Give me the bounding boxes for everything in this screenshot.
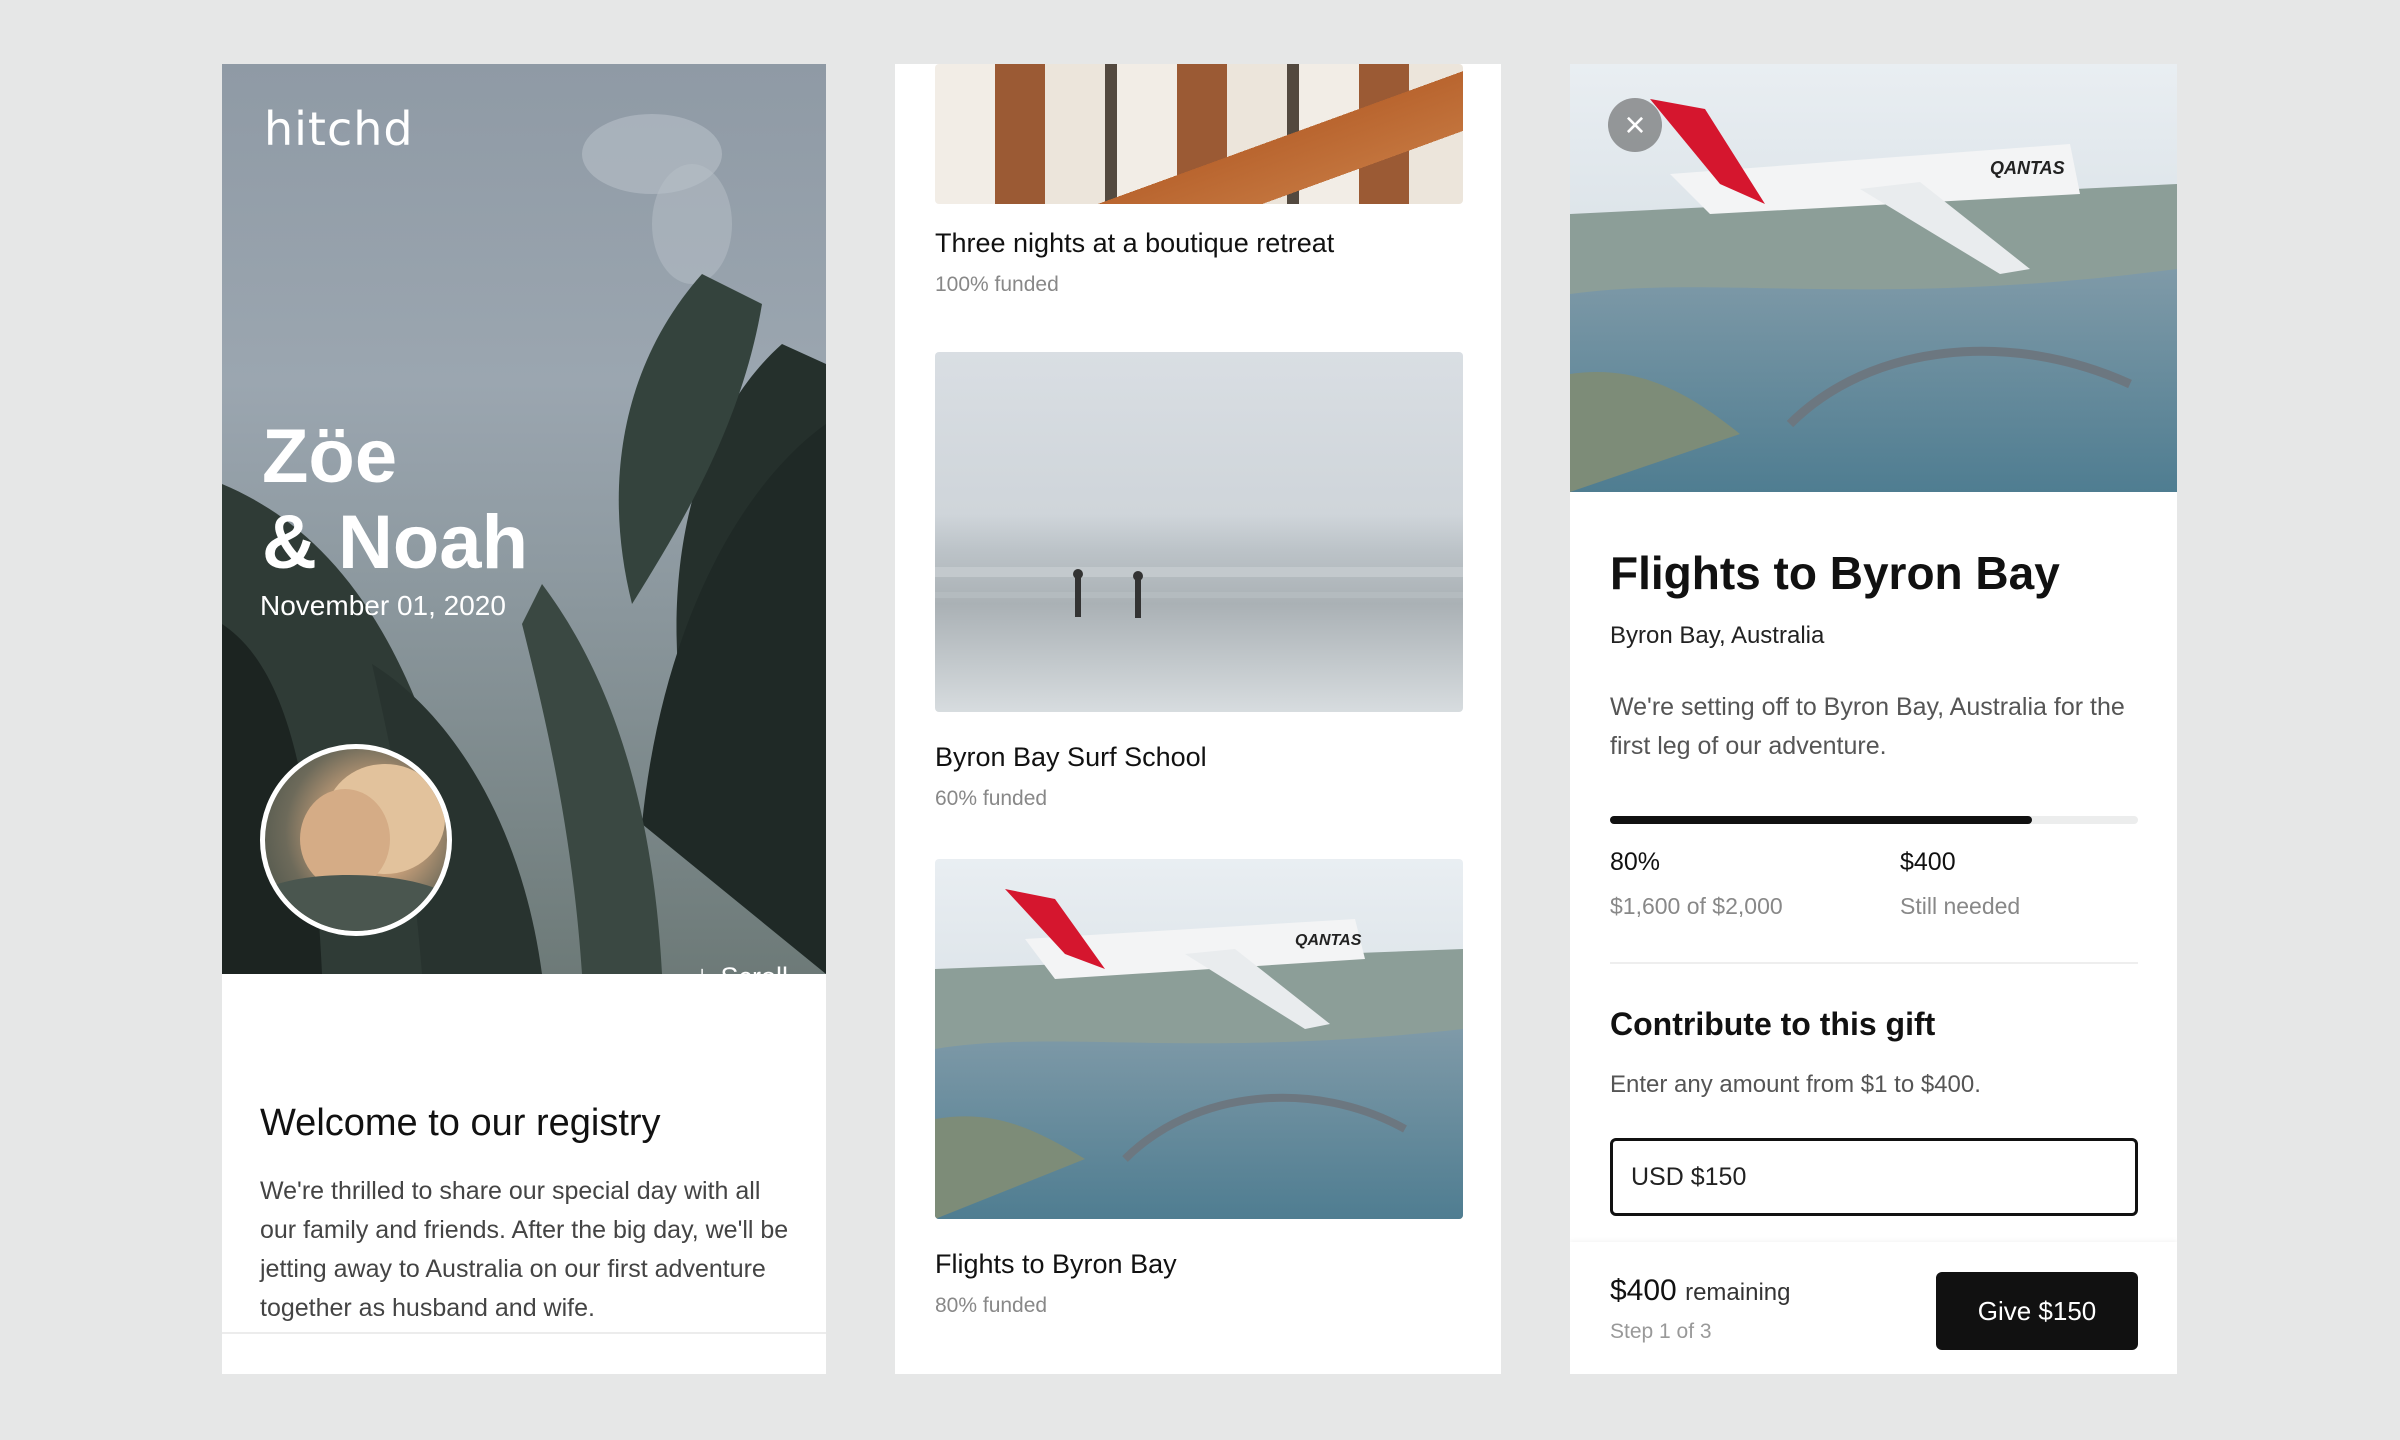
brand-logo[interactable]: hitchd [264,102,414,156]
scroll-hint[interactable]: ↓ Scroll [693,960,788,974]
gift-description: We're setting off to Byron Bay, Australi… [1610,693,2125,760]
close-icon: × [1624,104,1646,145]
gift-image-surf [935,352,1463,712]
scroll-label: Scroll [720,962,788,975]
divider [1610,962,2138,964]
gift-name: Byron Bay Surf School [935,742,1207,772]
airline-logo-text: QANTAS [1990,158,2065,178]
gift-card-retreat[interactable]: Three nights at a boutique retreat 100% … [935,64,1463,297]
arrow-down-icon: ↓ [693,960,710,974]
gift-detail-image: QANTAS × [1570,64,2177,492]
gift-detail-screen: QANTAS × Flights to Byron Bay Byron Bay,… [1570,64,2177,1374]
gift-image-retreat [935,64,1463,204]
still-needed-label: Still needed [1900,893,2021,919]
funding-progress-bar [1610,816,2138,824]
gift-name: Flights to Byron Bay [935,1249,1177,1279]
close-button[interactable]: × [1608,98,1662,152]
divider [222,1332,826,1334]
couple-name: Zöe & Noah [262,414,528,585]
funded-detail: $1,600 of $2,000 [1610,893,1783,919]
contribute-title: Contribute to this gift [1610,1006,1936,1042]
funded-stat: 80% $1,600 of $2,000 [1610,848,1783,920]
still-needed-amount: $400 [1900,848,1956,876]
couple-avatar [260,744,452,936]
remaining-label: remaining [1685,1279,1791,1306]
gift-location: Byron Bay, Australia [1610,622,1825,649]
gift-funded: 100% funded [935,273,1059,296]
funded-percent: 80% [1610,848,1661,876]
contribute-hint: Enter any amount from $1 to $400. [1610,1071,1981,1098]
wedding-date: November 01, 2020 [260,590,506,621]
remaining-amount: $400 [1610,1274,1677,1307]
welcome-body: We're thrilled to share our special day … [260,1177,789,1322]
remaining-summary: $400 remaining [1610,1274,1790,1308]
gift-card-surf-school[interactable]: Byron Bay Surf School 60% funded [935,352,1463,811]
gift-title: Flights to Byron Bay [1610,547,2060,599]
funding-progress-fill [1610,816,2033,824]
airline-logo-text: QANTAS [1295,932,1362,949]
welcome-title: Welcome to our registry [260,1102,661,1144]
step-indicator: Step 1 of 3 [1610,1320,1712,1343]
still-needed-stat: $400 Still needed [1900,848,2020,920]
gift-card-flights[interactable]: QANTAS Flights to Byron Bay 80% funded [935,859,1463,1318]
gift-image-flights: QANTAS [935,859,1463,1219]
landing-screen: hitchd Zöe & Noah November 01, 2020 ↓ Sc… [222,64,826,1374]
give-button[interactable]: Give $150 [1936,1272,2138,1350]
gift-funded: 80% funded [935,1294,1048,1317]
gift-list-screen: Three nights at a boutique retreat 100% … [895,64,1501,1374]
hero-image: hitchd Zöe & Noah November 01, 2020 ↓ Sc… [222,64,826,974]
gift-funded: 60% funded [935,787,1048,810]
gift-name: Three nights at a boutique retreat [935,228,1335,258]
contribution-amount-input[interactable] [1610,1138,2138,1216]
